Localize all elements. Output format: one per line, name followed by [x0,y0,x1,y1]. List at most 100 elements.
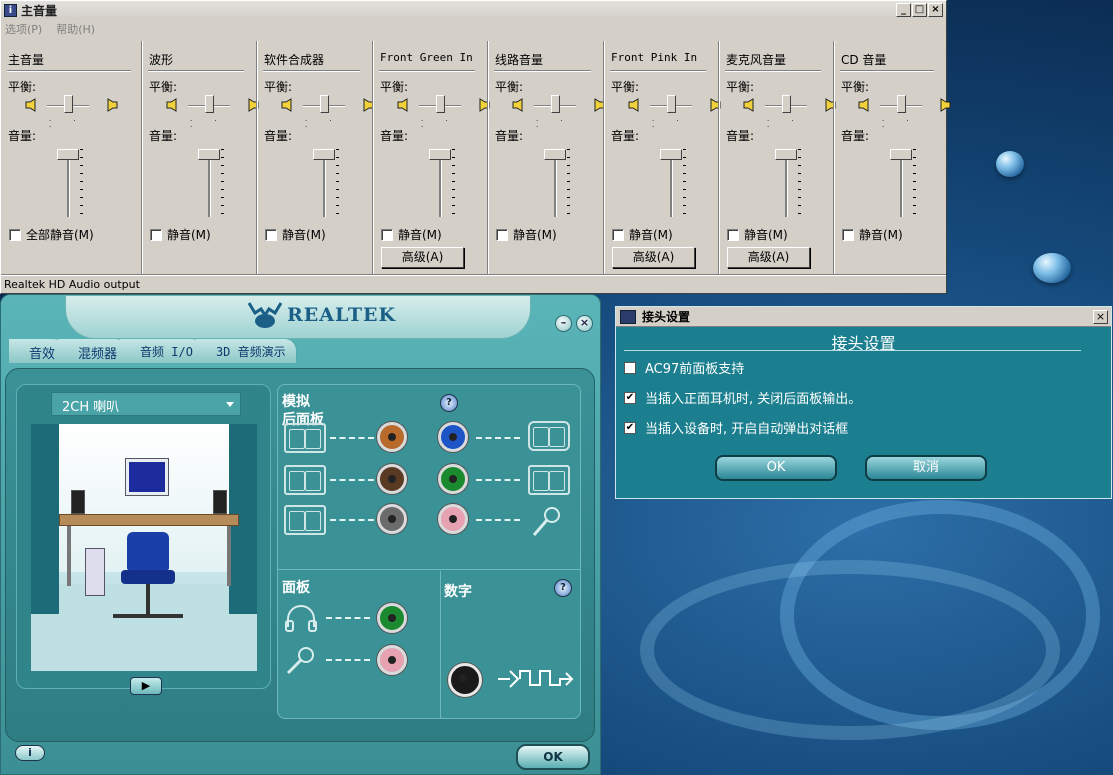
play-test-button[interactable]: ▶ [130,677,162,695]
balance-slider[interactable]: . . . [512,95,605,129]
volume-thumb[interactable] [429,149,451,160]
tab-3d-demo[interactable]: 3D 音频演示 [195,339,297,363]
balance-thumb[interactable] [667,95,676,113]
mute-checkbox[interactable]: 静音(M) [150,226,211,243]
advanced-button[interactable]: 高级(A) [727,247,810,268]
volume-label: 音量: [380,129,409,143]
mute-checkbox[interactable]: 全部静音(M) [9,226,94,243]
balance-thumb[interactable] [551,95,560,113]
mute-checkbox[interactable]: 静音(M) [612,226,673,243]
mute-label: 静音(M) [859,228,903,242]
balance-ticks: . . . [536,115,573,129]
right-speaker-icon[interactable] [213,490,227,514]
balance-thumb[interactable] [205,95,214,113]
speaker-config-select[interactable]: 2CH 喇叭 [51,392,241,416]
left-speaker-icon[interactable] [71,490,85,514]
volume-slider[interactable] [656,147,690,219]
checkbox-box[interactable] [265,228,277,241]
balance-slider[interactable]: . . . [397,95,490,129]
speaker-left-icon [281,98,292,112]
ok-button[interactable]: OK [715,455,837,481]
volume-thumb[interactable] [544,149,566,160]
balance-thumb[interactable] [64,95,73,113]
minimize-button[interactable]: – [555,315,572,332]
volume-thumb[interactable] [57,149,79,160]
option-checkbox[interactable]: ✔ 当插入正面耳机时, 关闭后面板输出。 [624,388,861,407]
info-button[interactable]: i [15,745,45,761]
title-bar[interactable]: i 主音量 [1,1,946,19]
help-icon[interactable]: ? [554,579,572,597]
volume-thumb[interactable] [198,149,220,160]
mute-checkbox[interactable]: 静音(M) [381,226,442,243]
volume-slider[interactable] [194,147,228,219]
rear-jack[interactable] [438,422,468,452]
advanced-button[interactable]: 高级(A) [381,247,464,268]
checkbox-box[interactable] [842,228,854,241]
close-button[interactable]: × [928,3,943,17]
balance-slider[interactable]: . . . [166,95,259,129]
volume-slider[interactable] [540,147,574,219]
rear-jack[interactable] [377,504,407,534]
checkbox-box[interactable] [624,361,636,374]
cancel-button[interactable]: 取消 [865,455,987,481]
menu-options[interactable]: 选项(P) [5,21,42,37]
rear-jack[interactable] [377,464,407,494]
front-jack[interactable] [377,603,407,633]
chair-icon [127,532,169,570]
dialog-title-bar[interactable]: 接头设置 [616,307,1111,327]
option-checkbox[interactable]: AC97前面板支持 [624,358,744,377]
option-checkbox[interactable]: ✔ 当插入设备时, 开启自动弹出对话框 [624,418,848,437]
spdif-jack[interactable] [448,663,482,697]
close-button[interactable]: × [576,315,593,332]
menu-help[interactable]: 帮助(H) [56,21,95,37]
checkbox-box[interactable] [496,228,508,241]
checkbox-box[interactable] [612,228,624,241]
rear-jack[interactable] [438,464,468,494]
volume-slider[interactable] [425,147,459,219]
volume-slider[interactable] [309,147,343,219]
balance-thumb[interactable] [436,95,445,113]
volume-slider[interactable] [53,147,87,219]
checkbox-box[interactable] [9,228,21,241]
divider [440,571,441,719]
balance-thumb[interactable] [897,95,906,113]
balance-thumb[interactable] [320,95,329,113]
rear-jack[interactable] [377,422,407,452]
volume-thumb[interactable] [660,149,682,160]
balance-slider[interactable]: . . . [858,95,951,129]
realtek-audio-manager: REALTEK – × 音效 混频器 音频 I/O 3D 音频演示 2CH 喇叭 [0,294,601,775]
volume-slider[interactable] [886,147,920,219]
balance-slider[interactable]: . . . [628,95,721,129]
balance-thumb[interactable] [782,95,791,113]
balance-slider[interactable]: . . . [25,95,118,129]
room-illustration [31,424,257,671]
maximize-button[interactable]: □ [912,3,927,17]
mixer-channel: 软件合成器 平衡: . . . 音量: 静音(M) [256,41,374,274]
balance-slider[interactable]: . . . [281,95,374,129]
volume-thumb[interactable] [313,149,335,160]
tab-audio-io[interactable]: 音频 I/O [120,339,204,363]
ok-button[interactable]: OK [516,744,590,770]
advanced-button[interactable]: 高级(A) [612,247,695,268]
volume-slider[interactable] [771,147,805,219]
minimize-button[interactable]: _ [896,3,911,17]
mute-checkbox[interactable]: 静音(M) [727,226,788,243]
balance-slider[interactable]: . . . [743,95,836,129]
checkbox-box[interactable] [381,228,393,241]
volume-thumb[interactable] [775,149,797,160]
mute-checkbox[interactable]: 静音(M) [496,226,557,243]
mute-checkbox[interactable]: 静音(M) [842,226,903,243]
connector-line [476,479,520,481]
checkbox-box[interactable] [150,228,162,241]
help-icon[interactable]: ? [440,394,458,412]
checkbox-box[interactable] [727,228,739,241]
checkbox-box[interactable]: ✔ [624,391,636,404]
swirl-decoration [640,560,1060,740]
mute-checkbox[interactable]: 静音(M) [265,226,326,243]
volume-thumb[interactable] [890,149,912,160]
tab-mixer[interactable]: 混频器 [58,339,129,363]
checkbox-box[interactable]: ✔ [624,421,636,434]
close-button[interactable]: × [1093,310,1108,324]
rear-jack[interactable] [438,504,468,534]
front-jack[interactable] [377,645,407,675]
